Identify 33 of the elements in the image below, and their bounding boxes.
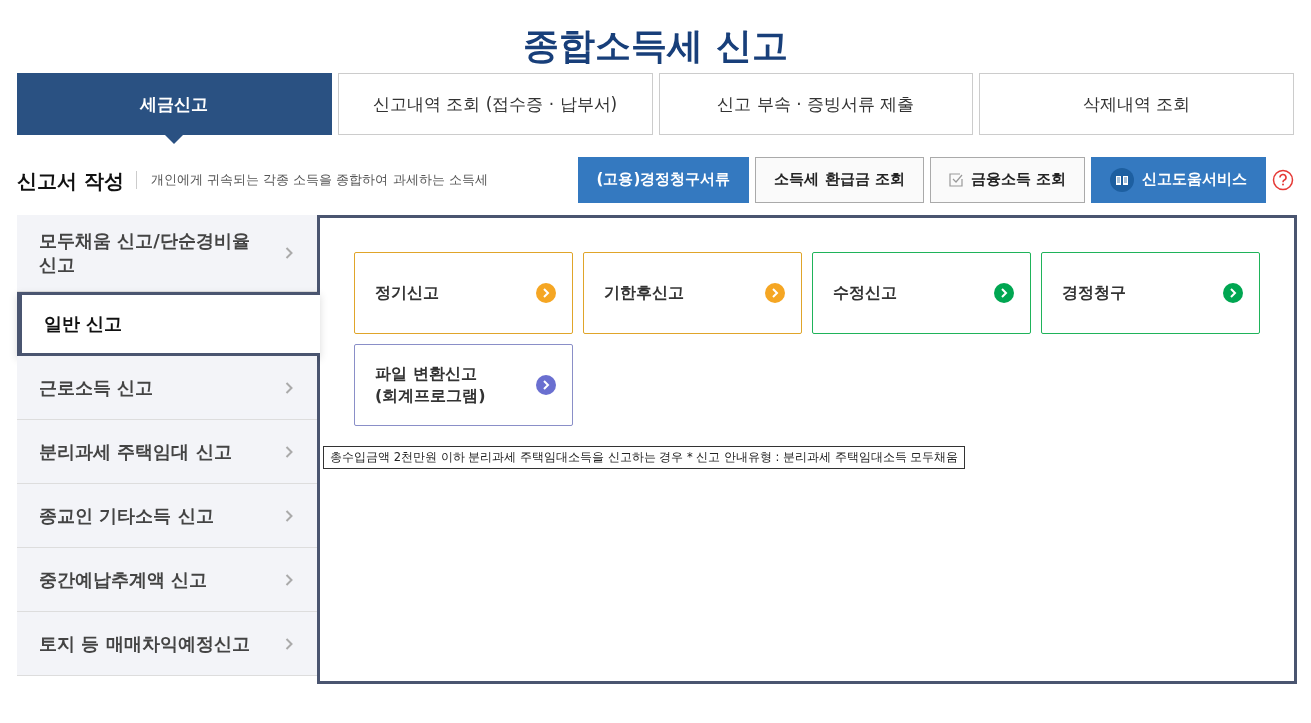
filing-card[interactable]: 경정청구 bbox=[1041, 252, 1260, 334]
help-icon[interactable] bbox=[1272, 168, 1294, 191]
section-description: 개인에게 귀속되는 각종 소득을 종합하여 과세하는 소득세 bbox=[149, 170, 488, 189]
action-button[interactable]: 신고도움서비스 bbox=[1091, 156, 1266, 203]
filing-card[interactable]: 정기신고 bbox=[354, 252, 573, 334]
tab-pointer-icon bbox=[165, 135, 184, 144]
side-menu-item[interactable]: 일반 신고 bbox=[17, 292, 320, 356]
filing-card[interactable]: 수정신고 bbox=[812, 252, 1031, 334]
chevron-icon bbox=[285, 509, 293, 522]
tab[interactable]: 세금신고 bbox=[17, 73, 332, 135]
book-icon bbox=[1110, 167, 1134, 192]
tab[interactable]: 신고 부속 · 증빙서류 제출 bbox=[658, 73, 974, 135]
chevron-icon bbox=[285, 247, 293, 259]
side-menu-item[interactable]: 토지 등 매매차익예정신고 bbox=[17, 612, 317, 676]
chevron-icon bbox=[285, 573, 293, 586]
chevron-icon bbox=[285, 381, 293, 394]
page-title: 종합소득세 신고 bbox=[522, 24, 789, 68]
chevron-icon bbox=[285, 445, 293, 458]
tooltip: 총수입금액 2천만원 이하 분리과세 주택임대소득을 신고하는 경우 * 신고 안내유형 : 분리과세 주택임대소득 모두채움 bbox=[323, 446, 966, 469]
side-menu-item[interactable]: 중간예납추계액 신고 bbox=[17, 548, 317, 612]
side-menu-item[interactable]: 종교인 기타소득 신고 bbox=[17, 484, 317, 548]
tab[interactable]: 삭제내역 조회 bbox=[979, 73, 1294, 135]
chevron-icon bbox=[285, 637, 293, 650]
action-button[interactable]: 금융소득 조회 bbox=[929, 156, 1085, 203]
side-menu-item[interactable]: 근로소득 신고 bbox=[17, 356, 317, 420]
side-menu-item[interactable]: 분리과세 주택임대 신고 bbox=[17, 420, 317, 484]
action-button[interactable]: 소득세 환급금 조회 bbox=[755, 156, 924, 203]
filing-card[interactable]: 기한후신고 bbox=[583, 252, 802, 334]
checkbox-icon bbox=[948, 172, 963, 187]
action-button[interactable]: (고용)경정청구서류 bbox=[577, 156, 750, 203]
tab[interactable]: 신고내역 조회 (접수증 · 납부서) bbox=[337, 73, 653, 135]
filing-card[interactable]: 파일 변환신고 (회계프로그램) bbox=[354, 344, 573, 426]
side-menu-item[interactable]: 모두채움 신고/단순경비율 신고 bbox=[17, 215, 317, 292]
